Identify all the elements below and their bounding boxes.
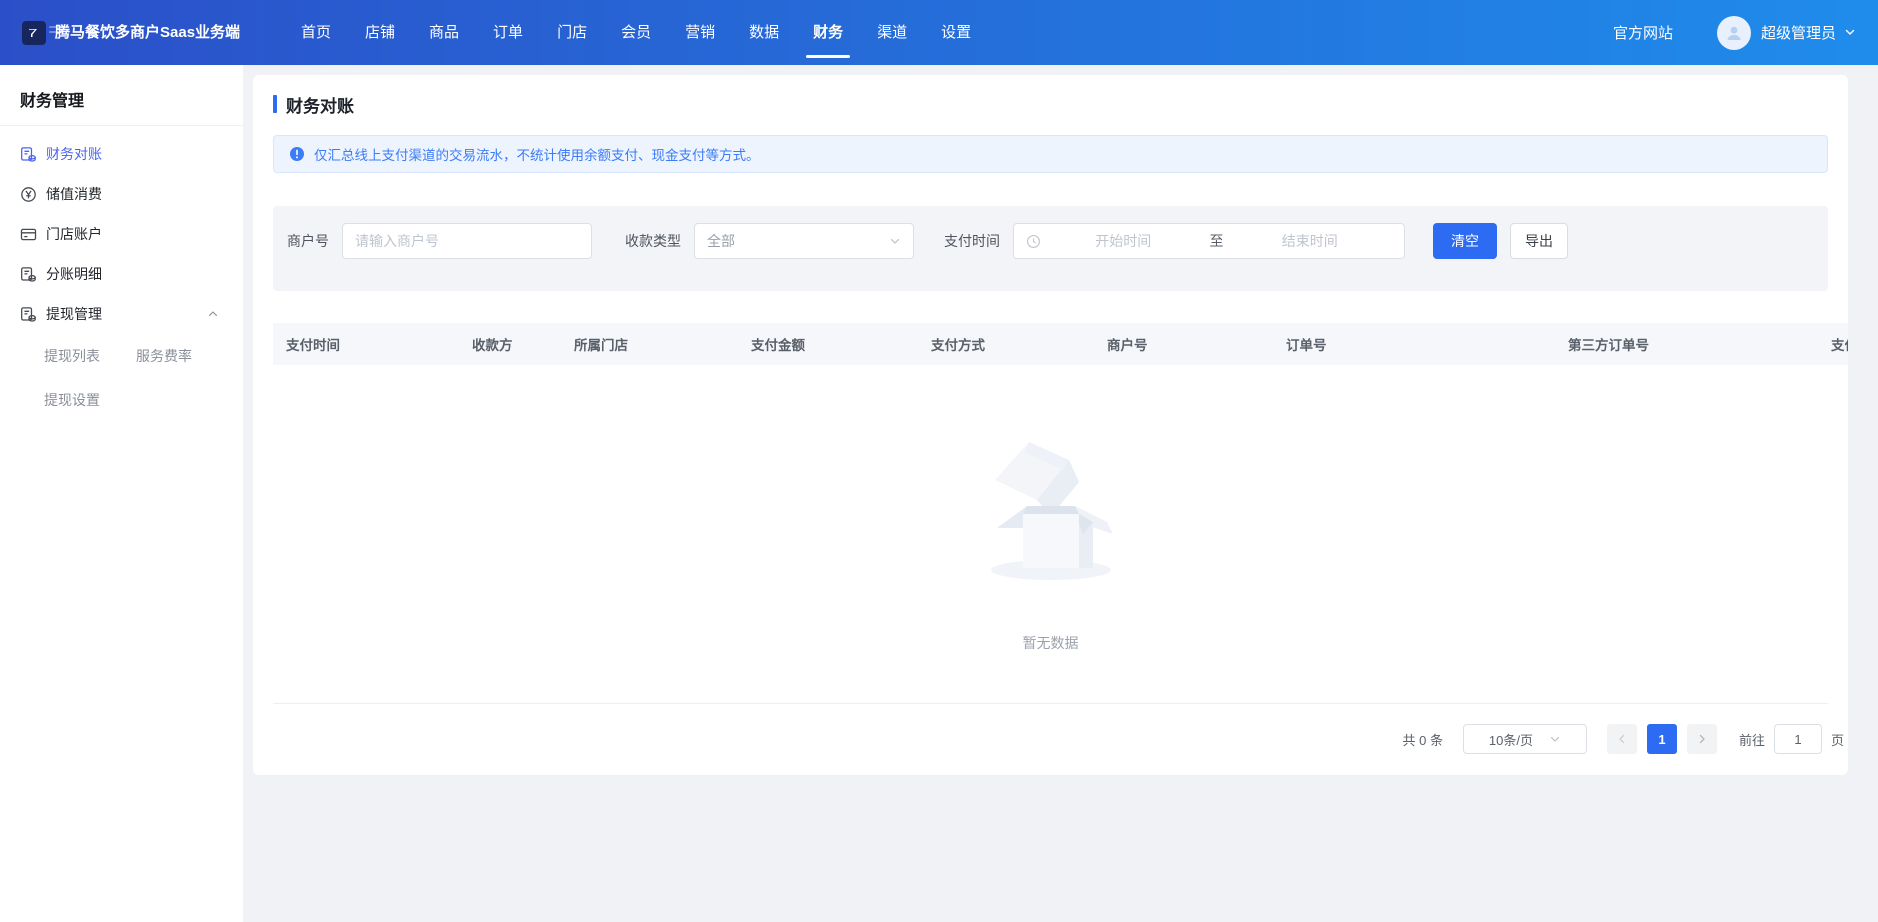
user-avatar xyxy=(1717,16,1751,50)
sidebar-subitem-withdraw-list[interactable]: 提现列表 xyxy=(44,334,136,378)
sidebar-item-label: 提现管理 xyxy=(46,304,102,324)
merchant-id-label: 商户号 xyxy=(287,223,329,259)
export-button[interactable]: 导出 xyxy=(1510,223,1568,259)
title-accent-bar xyxy=(273,95,277,113)
payment-time-range-picker[interactable]: 开始时间 至 结束时间 xyxy=(1013,223,1405,259)
column-header-order-no: 订单号 xyxy=(1273,334,1555,354)
pagination-bar: 共 0 条 10条/页 1 前往 页 xyxy=(273,704,1844,774)
chevron-down-icon xyxy=(1549,733,1561,745)
prev-page-button[interactable] xyxy=(1607,724,1637,754)
user-name: 超级管理员 xyxy=(1761,22,1836,43)
page-unit-label: 页 xyxy=(1831,730,1844,749)
end-time-placeholder[interactable]: 结束时间 xyxy=(1228,231,1393,251)
nav-item-stores[interactable]: 门店 xyxy=(540,0,604,65)
alert-text: 仅汇总线上支付渠道的交易流水，不统计使用余额支付、现金支付等方式。 xyxy=(314,144,760,164)
sidebar-item-label: 财务对账 xyxy=(46,144,102,164)
column-header-pay-amount: 支付金额 xyxy=(738,334,918,354)
goto-page-input[interactable] xyxy=(1774,724,1822,754)
sidebar-subitem-service-rate[interactable]: 服务费率 xyxy=(136,334,228,378)
payment-type-select[interactable]: 全部 xyxy=(694,223,914,259)
table-header-row: 支付时间 收款方 所属门店 支付金额 支付方式 商户号 订单号 第三方订单号 支… xyxy=(273,323,1848,365)
nav-item-shop[interactable]: 店铺 xyxy=(348,0,412,65)
column-header-pay-time: 支付时间 xyxy=(273,334,459,354)
yen-circle-icon xyxy=(20,186,37,203)
nav-item-data[interactable]: 数据 xyxy=(732,0,796,65)
top-navbar: 腾马餐饮多商户Saas业务端 首页 店铺 商品 订单 门店 会员 营销 数据 财… xyxy=(0,0,1878,65)
sidebar-item-label: 门店账户 xyxy=(46,224,102,244)
sidebar-title: 财务管理 xyxy=(0,65,243,125)
ledger-coins-icon xyxy=(20,146,37,163)
info-alert: 仅汇总线上支付渠道的交易流水，不统计使用余额支付、现金支付等方式。 xyxy=(273,135,1828,173)
clear-button[interactable]: 清空 xyxy=(1433,223,1497,259)
sidebar-item-label: 分账明细 xyxy=(46,264,102,284)
chevron-down-icon xyxy=(889,235,901,247)
chevron-up-icon[interactable] xyxy=(207,308,219,320)
sidebar-subitem-withdraw-settings[interactable]: 提现设置 xyxy=(44,378,136,422)
sidebar: 财务管理 财务对账 储值消费 门店账户 分账明细 xyxy=(0,65,243,922)
nav-item-marketing[interactable]: 营销 xyxy=(668,0,732,65)
clock-icon xyxy=(1026,234,1041,249)
column-header-third-party-order-no: 第三方订单号 xyxy=(1555,334,1818,354)
sidebar-item-withdraw-management[interactable]: 提现管理 xyxy=(0,294,243,334)
filter-bar: 商户号 收款类型 全部 支付时间 开始时间 至 结束时间 清空 xyxy=(273,206,1828,291)
start-time-placeholder[interactable]: 开始时间 xyxy=(1041,231,1206,251)
user-menu[interactable]: 超级管理员 xyxy=(1717,16,1856,50)
logo-subtext xyxy=(49,26,65,36)
sidebar-item-reconciliation[interactable]: 财务对账 xyxy=(0,134,243,174)
empty-text: 暂无数据 xyxy=(1023,633,1079,653)
sidebar-item-split-detail[interactable]: 分账明细 xyxy=(0,254,243,294)
page-number-button[interactable]: 1 xyxy=(1647,724,1677,754)
column-header-store: 所属门店 xyxy=(561,334,738,354)
nav-item-orders[interactable]: 订单 xyxy=(476,0,540,65)
column-header-payee: 收款方 xyxy=(459,334,561,354)
payment-time-label: 支付时间 xyxy=(944,223,1000,259)
empty-box-illustration xyxy=(971,422,1131,588)
total-count: 共 0 条 xyxy=(1403,730,1443,749)
info-icon xyxy=(289,146,305,162)
main-area: 财务对账 仅汇总线上支付渠道的交易流水，不统计使用余额支付、现金支付等方式。 商… xyxy=(243,65,1878,922)
page-title-row: 财务对账 xyxy=(273,75,1828,114)
account-card-icon xyxy=(20,226,37,243)
nav-item-channels[interactable]: 渠道 xyxy=(860,0,924,65)
content-card: 财务对账 仅汇总线上支付渠道的交易流水，不统计使用余额支付、现金支付等方式。 商… xyxy=(253,75,1848,775)
column-header-merchant-id: 商户号 xyxy=(1094,334,1273,354)
nav-item-settings[interactable]: 设置 xyxy=(924,0,988,65)
sidebar-item-stored-value[interactable]: 储值消费 xyxy=(0,174,243,214)
main-nav: 首页 店铺 商品 订单 门店 会员 营销 数据 财务 渠道 设置 xyxy=(284,0,988,65)
merchant-id-input[interactable] xyxy=(342,223,592,259)
nav-item-home[interactable]: 首页 xyxy=(284,0,348,65)
app-logo-icon xyxy=(22,21,46,45)
ledger-coins-icon xyxy=(20,266,37,283)
app-title: 腾马餐饮多商户Saas业务端 xyxy=(55,23,250,43)
nav-item-goods[interactable]: 商品 xyxy=(412,0,476,65)
payment-type-value: 全部 xyxy=(707,231,735,251)
sidebar-item-label: 储值消费 xyxy=(46,184,102,204)
next-page-button[interactable] xyxy=(1687,724,1717,754)
range-separator: 至 xyxy=(1206,231,1228,251)
ledger-coins-icon xyxy=(20,306,37,323)
chevron-down-icon xyxy=(1844,25,1856,41)
goto-label: 前往 xyxy=(1739,730,1765,749)
official-site-link[interactable]: 官方网站 xyxy=(1613,22,1673,43)
page-size-value: 10条/页 xyxy=(1489,730,1533,749)
nav-item-members[interactable]: 会员 xyxy=(604,0,668,65)
column-header-pay-clipped: 支付 xyxy=(1818,334,1848,354)
nav-item-finance[interactable]: 财务 xyxy=(796,0,860,65)
column-header-pay-method: 支付方式 xyxy=(918,334,1094,354)
page-size-select[interactable]: 10条/页 xyxy=(1463,724,1587,754)
page-title: 财务对账 xyxy=(286,92,354,117)
empty-state: 暂无数据 xyxy=(273,365,1828,704)
sidebar-item-store-account[interactable]: 门店账户 xyxy=(0,214,243,254)
withdraw-submenu: 提现列表 服务费率 提现设置 xyxy=(0,334,243,422)
app-brand[interactable]: 腾马餐饮多商户Saas业务端 xyxy=(22,21,260,45)
payment-type-label: 收款类型 xyxy=(625,223,681,259)
